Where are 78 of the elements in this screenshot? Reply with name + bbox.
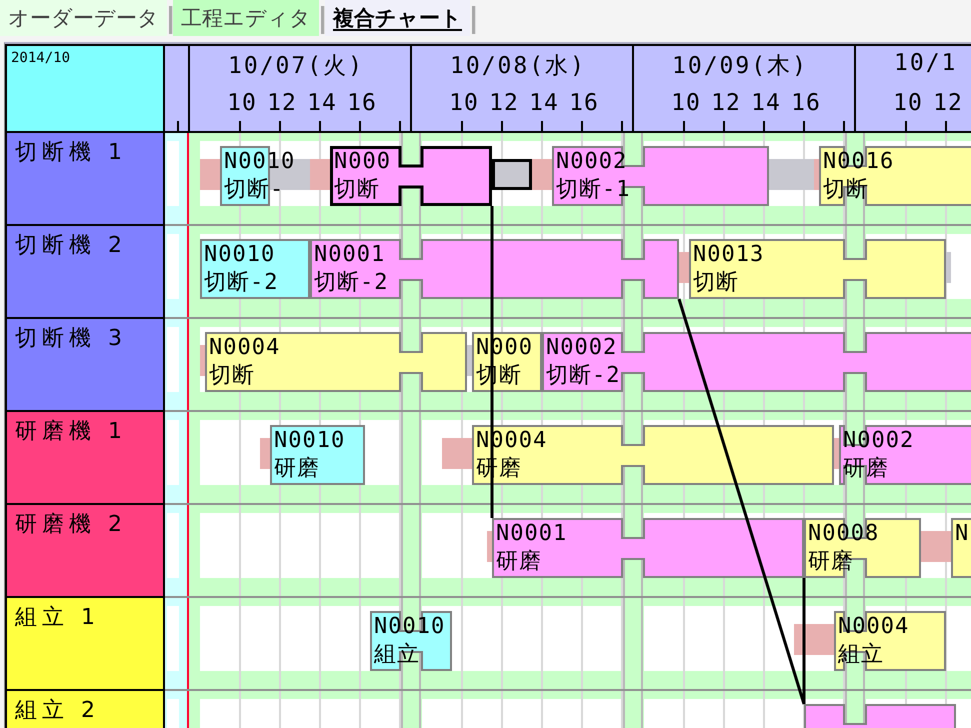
process-name: 研磨 [808, 548, 854, 576]
date-label: 10/1 [894, 50, 958, 76]
date-label: 10/08(水) [450, 52, 586, 81]
hour-label: 12 [489, 90, 519, 116]
process-name: 切断- [224, 176, 284, 204]
machine-label: 研磨機 2 [5, 505, 165, 598]
date-label: 10/09(木) [672, 52, 808, 81]
job-bar[interactable] [472, 425, 834, 485]
job-bar[interactable] [804, 518, 921, 578]
wait-bar[interactable] [492, 159, 532, 190]
hour-label: 12 [711, 90, 741, 116]
hour-label: 16 [347, 90, 377, 116]
job-bar[interactable] [270, 425, 365, 485]
hour-label: 16 [791, 90, 821, 116]
job-bar[interactable] [951, 518, 971, 578]
hour-label: 12 [933, 90, 963, 116]
hour-label: 10 [227, 90, 257, 116]
order-number: N0010 [374, 613, 446, 641]
job-bar[interactable] [689, 239, 946, 299]
machine-label: 切断機 1 [5, 133, 165, 226]
order-number: N0002 [843, 427, 914, 455]
order-number: N000 [334, 148, 391, 176]
process-name: 組立 [374, 641, 420, 669]
hour-label: 10 [893, 90, 923, 116]
hour-label: 10 [671, 90, 701, 116]
order-number: N0010 [224, 148, 296, 176]
order-number: N0010 [204, 241, 276, 269]
process-name: 切断-2 [314, 269, 388, 297]
hour-label: 14 [529, 90, 559, 116]
order-number: N0016 [823, 148, 894, 176]
job-bar[interactable] [834, 611, 946, 671]
tab[interactable]: オーダーデータ [0, 0, 167, 36]
process-name: 研磨 [496, 548, 542, 576]
order-number: N0004 [838, 613, 910, 641]
job-bar[interactable] [839, 425, 971, 485]
hour-label: 14 [307, 90, 337, 116]
order-number: N [955, 520, 970, 548]
setup-bar[interactable] [794, 624, 834, 655]
machine-label: 組立 2 [5, 691, 165, 728]
job-bar[interactable] [200, 239, 310, 299]
process-name: 研磨 [843, 455, 889, 483]
margin-column [165, 691, 187, 728]
machine-label: 組立 1 [5, 598, 165, 691]
date-label: 10/07(火) [228, 52, 364, 81]
process-name: 組立 [838, 641, 884, 669]
job-bar[interactable] [330, 146, 492, 206]
process-name: 切断-2 [546, 362, 620, 390]
machine-label: 研磨機 1 [5, 412, 165, 505]
process-name: 研磨 [274, 455, 320, 483]
job-bar[interactable] [552, 146, 769, 206]
hour-label: 12 [267, 90, 297, 116]
tab[interactable]: 複合チャート [325, 0, 470, 36]
hour-label: 10 [449, 90, 479, 116]
order-number: N0004 [209, 334, 280, 362]
order-number: N0002 [556, 148, 628, 176]
process-name: 切断 [693, 269, 739, 297]
order-number: N0001 [496, 520, 568, 548]
order-number: N0002 [546, 334, 618, 362]
machine-label: 切断機 2 [5, 226, 165, 319]
process-name: 切断-2 [204, 269, 278, 297]
process-name: 切断 [334, 176, 380, 204]
process-name: 切断 [209, 362, 255, 390]
order-number: N0001 [314, 241, 386, 269]
job-bar[interactable] [542, 332, 971, 392]
hour-label: 14 [751, 90, 781, 116]
order-number: N0008 [808, 520, 880, 548]
job-bar[interactable] [205, 332, 467, 392]
job-bar[interactable] [310, 239, 679, 299]
machine-label: 切断機 3 [5, 319, 165, 412]
order-number: N0010 [274, 427, 346, 455]
order-number: N0013 [693, 241, 764, 269]
tab[interactable]: 工程エディタ [173, 0, 319, 36]
month-cell: 2014/10 [5, 44, 165, 131]
job-bar[interactable] [492, 518, 804, 578]
process-name: 切断-1 [556, 176, 630, 204]
hour-label: 16 [569, 90, 599, 116]
process-name: 切断 [823, 176, 869, 204]
job-bar[interactable] [819, 146, 971, 206]
